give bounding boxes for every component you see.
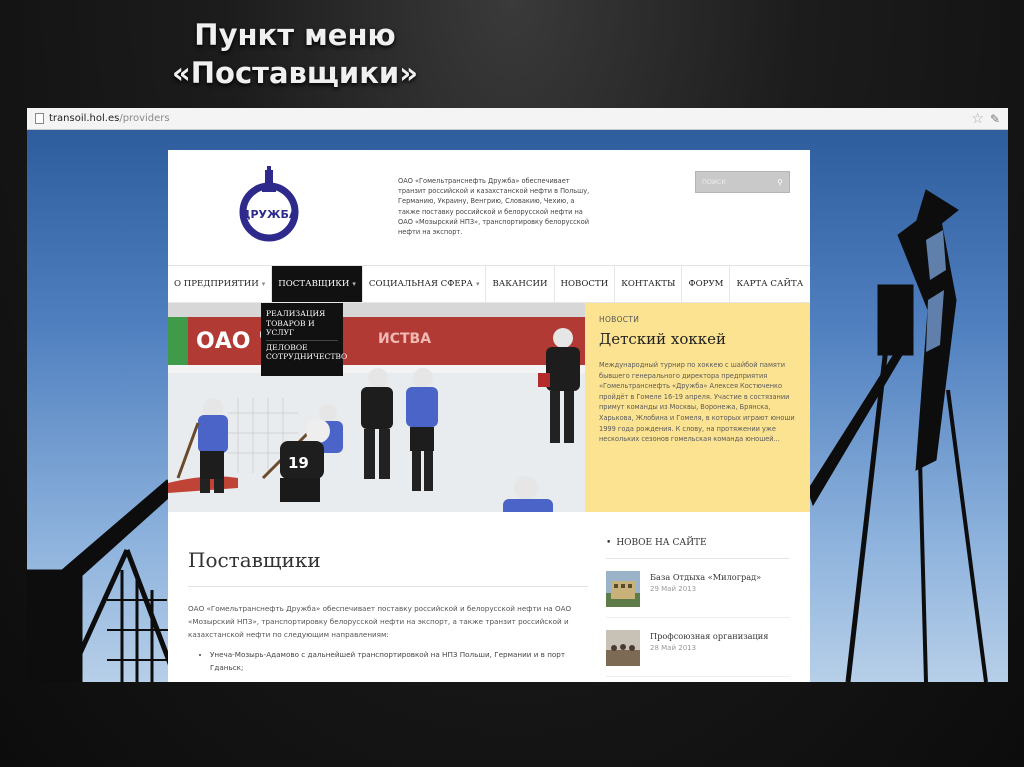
directions-list: Унеча-Мозырь-Адамово с дальнейшей трансп… [188,649,588,675]
url-host[interactable]: transoil.hol.es [49,113,119,124]
nav-item-about[interactable]: О ПРЕДПРИЯТИИ ▾ [168,266,273,302]
slide-title: Пункт меню «Поставщики» [150,16,440,92]
sidebar-news-item[interactable]: Профсоюзная организация 28 Май 2013 [606,618,790,677]
banner-text-2: ИСТВА [378,331,431,347]
news-tag[interactable]: НОВОСТИ [599,315,796,324]
nav-item-social[interactable]: СОЦИАЛЬНАЯ СФЕРА ▾ [363,266,487,302]
header-description: ОАО «Гомельтранснефть Дружба» обеспечива… [398,177,590,237]
providers-dropdown: РЕАЛИЗАЦИЯ ТОВАРОВ И УСЛУГ ДЕЛОВОЕ СОТРУ… [261,303,347,376]
jersey-number: 19 [288,454,309,472]
chevron-down-icon: ▾ [475,280,480,288]
bookmark-star-icon[interactable]: ☆ [971,111,984,127]
page-icon [35,113,44,124]
news-body: Международный турнир по хоккею с шайбой … [599,361,795,444]
news-panel: НОВОСТИ Детский хоккей Международный тур… [585,303,810,512]
slide-title-line1: Пункт меню [194,18,396,52]
thumbnail-building [606,571,640,607]
search-icon[interactable]: ⚲ [777,178,783,187]
url-path[interactable]: /providers [119,113,169,124]
bullet-icon: • [606,538,612,548]
site-header: ДРУЖБА ОАО «Гомельтранснефть Дружба» обе… [168,150,810,266]
sidebar-news-date: 28 Май 2013 [650,644,697,652]
intro-text: ОАО «Гомельтранснефть Дружба» обеспечива… [188,604,572,639]
nav-item-sitemap[interactable]: КАРТА САЙТА [730,266,809,302]
page-title: Поставщики [188,548,588,587]
website-page: ДРУЖБА ОАО «Гомельтранснефть Дружба» обе… [168,150,810,682]
druzhba-logo[interactable]: ДРУЖБА [238,166,300,242]
oil-pump-silhouette-right [808,189,988,682]
hockey-photo-image: ОАО "ТОМ ИСТВА [168,303,585,512]
sidebar-news-title[interactable]: Профсоюзная организация [650,630,768,642]
search-placeholder: ПОИСК [702,178,727,186]
nav-item-news[interactable]: НОВОСТИ [555,266,616,302]
hockey-photo[interactable]: ОАО "ТОМ ИСТВА [168,303,585,512]
dropdown-item-partnership[interactable]: ДЕЛОВОЕ СОТРУДНИЧЕСТВО [266,339,347,364]
nav-item-providers[interactable]: ПОСТАВЩИКИ ▾ [272,266,363,302]
nav-item-contacts[interactable]: КОНТАКТЫ [615,266,683,302]
thumbnail-meeting [606,630,640,666]
sidebar-title: • НОВОЕ НА САЙТЕ [606,538,790,559]
chevron-down-icon: ▾ [261,280,266,288]
news-title[interactable]: Детский хоккей [599,330,796,348]
sidebar-news-date: 29 Май 2013 [650,585,697,593]
slide-title-line2: «Поставщики» [172,56,418,90]
chevron-down-icon: ▾ [352,280,356,288]
logo-text: ДРУЖБА [241,208,298,221]
wrench-icon[interactable]: ✎ [990,112,1000,126]
oil-pump-silhouette-left [27,479,180,682]
main-column: Поставщики ОАО «Гомельтранснефть Дружба»… [168,512,588,682]
sidebar-news-title[interactable]: База Отдыха «Милоград» [650,571,761,583]
sidebar-news-item[interactable]: База Отдыха «Милоград» 29 Май 2013 [606,559,790,618]
dropdown-item-sales[interactable]: РЕАЛИЗАЦИЯ ТОВАРОВ И УСЛУГ [266,307,338,340]
sidebar: • НОВОЕ НА САЙТЕ База Отдыха «Милоград» [588,512,810,682]
nav-item-vacancies[interactable]: ВАКАНСИИ [486,266,555,302]
address-bar[interactable]: transoil.hol.es /providers ☆ ✎ [27,108,1008,130]
search-input[interactable]: ПОИСК ⚲ [695,171,790,193]
main-nav: О ПРЕДПРИЯТИИ ▾ ПОСТАВЩИКИ ▾ СОЦИАЛЬНАЯ СФ… [168,266,810,303]
browser-window: transoil.hol.es /providers ☆ ✎ ДРУЖБА ОА… [27,108,1008,682]
list-item: Унеча-Мозырь-Адамово с дальнейшей трансп… [210,649,588,675]
content-area: Поставщики ОАО «Гомельтранснефть Дружба»… [168,512,810,682]
nav-item-forum[interactable]: ФОРУМ [682,266,731,302]
